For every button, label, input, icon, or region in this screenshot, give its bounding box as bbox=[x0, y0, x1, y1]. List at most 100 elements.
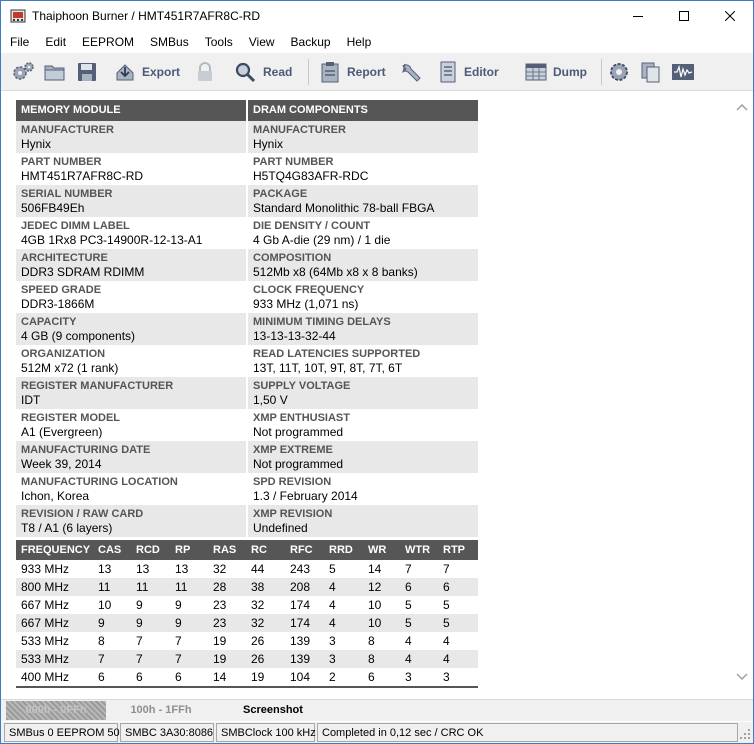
gears-icon bbox=[13, 62, 34, 80]
timing-cell: 8 bbox=[98, 634, 105, 648]
field-value: 1,50 V bbox=[253, 393, 288, 407]
report-button[interactable]: Report bbox=[319, 59, 386, 85]
scroll-down-arrow-icon[interactable] bbox=[733, 670, 751, 684]
field-value: Undefined bbox=[253, 521, 308, 535]
timing-cell: 174 bbox=[290, 616, 311, 630]
timing-cell: 5 bbox=[443, 598, 450, 612]
timing-cell: 14 bbox=[368, 562, 382, 576]
field-label: JEDEC DIMM LABEL bbox=[21, 220, 130, 232]
timing-cell: 7 bbox=[405, 562, 412, 576]
timing-column-rtp: RTP bbox=[443, 544, 465, 556]
timing-cell: 7 bbox=[98, 652, 105, 666]
dram-field: MANUFACTURER Hynix bbox=[248, 121, 478, 153]
timing-cell: 23 bbox=[213, 616, 227, 630]
dram-field: PACKAGE Standard Monolithic 78-ball FBGA bbox=[248, 185, 478, 217]
module-field: SPEED GRADE DDR3-1866M bbox=[16, 281, 246, 313]
timing-cell: 23 bbox=[213, 598, 227, 612]
tab-dump-000[interactable]: 000h - 0FFh bbox=[6, 701, 106, 720]
menu-bar: File Edit EEPROM SMBus Tools View Backup… bbox=[1, 32, 753, 52]
read-button[interactable]: Read bbox=[233, 59, 292, 85]
menu-smbus[interactable]: SMBus bbox=[142, 32, 197, 52]
app-chip-icon bbox=[10, 9, 26, 23]
dram-field: XMP REVISION Undefined bbox=[248, 505, 478, 537]
menu-eeprom[interactable]: EEPROM bbox=[74, 32, 142, 52]
field-label: PACKAGE bbox=[253, 188, 308, 200]
lock-icon bbox=[198, 62, 212, 81]
timing-cell: 6 bbox=[98, 670, 105, 684]
timing-cell: 7 bbox=[175, 652, 182, 666]
spd-row: REGISTER MODEL A1 (Evergreen) XMP ENTHUSIA… bbox=[16, 409, 478, 441]
menu-file[interactable]: File bbox=[1, 32, 37, 52]
field-label: MANUFACTURER bbox=[253, 124, 346, 136]
menu-backup[interactable]: Backup bbox=[283, 32, 339, 52]
timing-cell: 32 bbox=[251, 616, 265, 630]
minimize-button[interactable] bbox=[615, 1, 661, 31]
timing-cell: 9 bbox=[175, 598, 182, 612]
dram-field: PART NUMBER H5TQ4G83AFR-RDC bbox=[248, 153, 478, 185]
field-value: IDT bbox=[21, 393, 41, 407]
lock-button[interactable] bbox=[195, 59, 215, 85]
dram-field: COMPOSITION 512Mb x8 (64Mb x8 x 8 banks) bbox=[248, 249, 478, 281]
field-value: 506FB49Eh bbox=[21, 201, 85, 215]
module-field: PART NUMBER HMT451R7AFR8C-RD bbox=[16, 153, 246, 185]
tab-screenshot[interactable]: Screenshot bbox=[223, 701, 323, 720]
menu-edit[interactable]: Edit bbox=[37, 32, 74, 52]
maximize-button[interactable] bbox=[661, 1, 707, 31]
dram-field: MINIMUM TIMING DELAYS 13-13-13-32-44 bbox=[248, 313, 478, 345]
editor-label: Editor bbox=[464, 65, 499, 79]
spd-row: PART NUMBER HMT451R7AFR8C-RD PART NUMBER H5… bbox=[16, 153, 478, 185]
tab-dump-100[interactable]: 100h - 1FFh bbox=[111, 701, 211, 720]
toolbar-separator bbox=[601, 59, 602, 85]
status-bar: SMBus 0 EEPROM 50h SMBC 3A30:8086 SMBClo… bbox=[1, 722, 753, 743]
copy-documents-icon bbox=[641, 62, 660, 83]
spd-row: ARCHITECTURE DDR3 SDRAM RDIMM COMPOSITION 5… bbox=[16, 249, 478, 281]
timing-cell: 5 bbox=[405, 598, 412, 612]
resize-grip-icon[interactable] bbox=[739, 728, 751, 740]
timing-cell: 2 bbox=[329, 670, 336, 684]
export-button[interactable]: Export bbox=[114, 59, 180, 85]
module-info-button[interactable] bbox=[608, 59, 630, 85]
open-button[interactable] bbox=[43, 59, 67, 85]
field-label: ARCHITECTURE bbox=[21, 252, 108, 264]
spd-info-table: MEMORY MODULE DRAM COMPONENTS MANUFACTURER… bbox=[16, 100, 478, 537]
spd-row: CAPACITY 4 GB (9 components) MINIMUM TIMIN… bbox=[16, 313, 478, 345]
floppy-disk-icon bbox=[78, 63, 96, 81]
save-button[interactable] bbox=[76, 59, 98, 85]
field-value: Not programmed bbox=[253, 425, 344, 439]
menu-view[interactable]: View bbox=[241, 32, 283, 52]
module-field: REVISION / RAW CARD T8 / A1 (6 layers) bbox=[16, 505, 246, 537]
close-button[interactable] bbox=[707, 1, 753, 31]
spd-row: SERIAL NUMBER 506FB49Eh PACKAGE Standard Mo… bbox=[16, 185, 478, 217]
timing-cell: 9 bbox=[136, 616, 143, 630]
menu-tools[interactable]: Tools bbox=[197, 32, 241, 52]
timing-cell: 4 bbox=[405, 652, 412, 666]
module-field: JEDEC DIMM LABEL 4GB 1Rx8 PC3-14900R-12-1… bbox=[16, 217, 246, 249]
monitor-button[interactable] bbox=[671, 59, 695, 85]
vertical-scrollbar[interactable] bbox=[733, 92, 751, 699]
copy-button[interactable] bbox=[640, 59, 662, 85]
spd-row: SPEED GRADE DDR3-1866M CLOCK FREQUENCY 933 … bbox=[16, 281, 478, 313]
timing-cell: 5 bbox=[405, 616, 412, 630]
field-value: 4 Gb A-die (29 nm) / 1 die bbox=[253, 233, 391, 247]
tools-button[interactable] bbox=[400, 59, 422, 85]
scroll-up-arrow-icon[interactable] bbox=[733, 100, 751, 114]
timing-row: 533 MHz 7 7 7 19 26 139 3 8 4 4 bbox=[16, 650, 478, 668]
menu-help[interactable]: Help bbox=[339, 32, 380, 52]
field-label: PART NUMBER bbox=[253, 156, 334, 168]
timing-cell: 139 bbox=[290, 652, 311, 666]
timing-cell: 400 MHz bbox=[21, 670, 70, 684]
timing-cell: 13 bbox=[136, 562, 150, 576]
settings-button[interactable] bbox=[11, 59, 35, 85]
field-value: 4GB 1Rx8 PC3-14900R-12-13-A1 bbox=[21, 233, 203, 247]
timing-cell: 32 bbox=[251, 598, 265, 612]
timing-cell: 38 bbox=[251, 580, 265, 594]
dump-label: Dump bbox=[553, 65, 587, 79]
window-title: Thaiphoon Burner / HMT451R7AFR8C-RD bbox=[32, 9, 261, 23]
field-label: READ LATENCIES SUPPORTED bbox=[253, 348, 421, 360]
dram-field: READ LATENCIES SUPPORTED 13T, 11T, 10T, 9… bbox=[248, 345, 478, 377]
timing-cell: 11 bbox=[136, 580, 149, 594]
editor-button[interactable]: Editor bbox=[438, 59, 499, 85]
spd-row: MANUFACTURING DATE Week 39, 2014 XMP EXTRE… bbox=[16, 441, 478, 473]
timing-cell: 7 bbox=[136, 634, 143, 648]
dump-button[interactable]: Dump bbox=[525, 59, 587, 85]
